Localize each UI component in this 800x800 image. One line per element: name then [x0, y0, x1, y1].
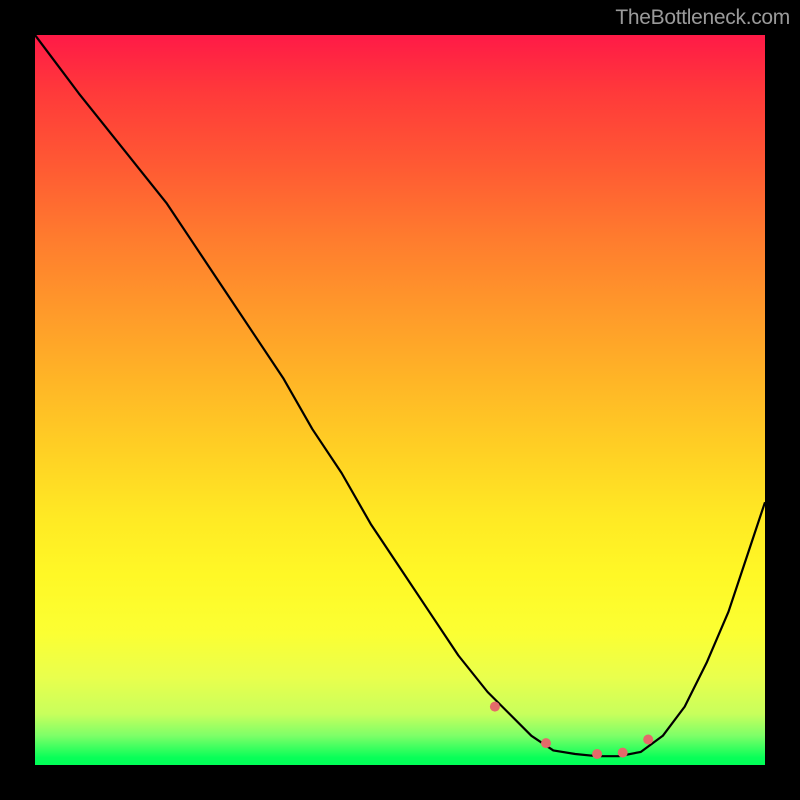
marker-group [490, 702, 653, 759]
chart-svg [35, 35, 765, 765]
curve-marker [592, 749, 602, 759]
curve-marker [618, 748, 628, 758]
bottleneck-curve [35, 35, 765, 756]
chart-plot-area [35, 35, 765, 765]
curve-marker [643, 735, 653, 745]
curve-marker [490, 702, 500, 712]
attribution-text: TheBottleneck.com [615, 6, 790, 30]
curve-marker [541, 738, 551, 748]
